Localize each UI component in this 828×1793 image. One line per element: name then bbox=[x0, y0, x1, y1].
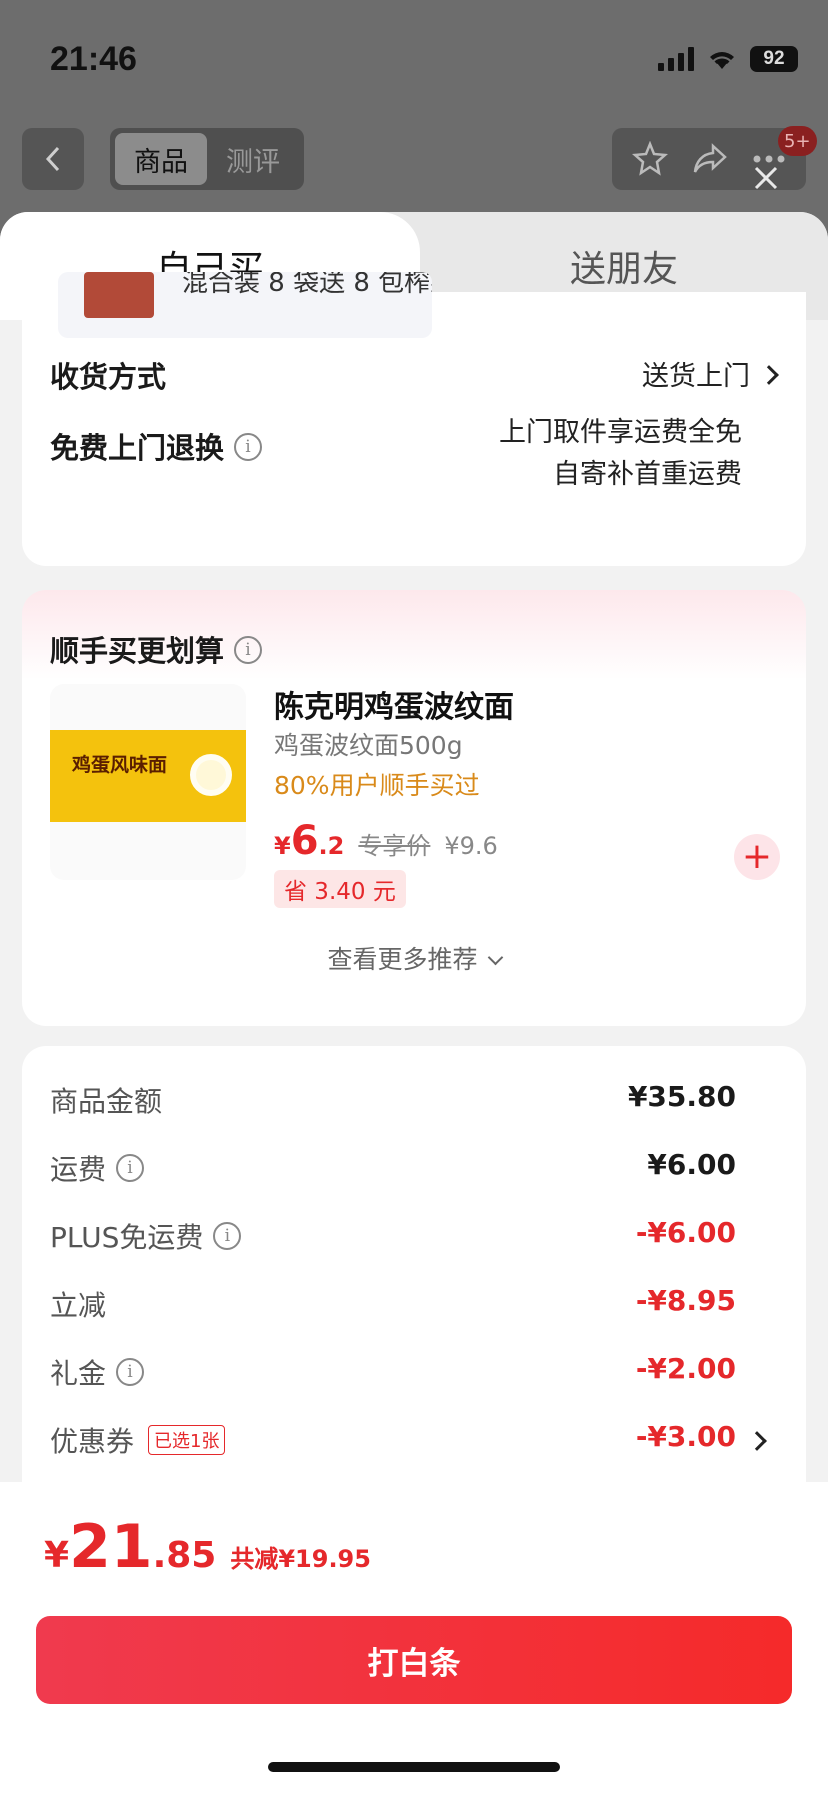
savings-chip: 省 3.40 元 bbox=[274, 870, 406, 908]
cart-item-thumbnail bbox=[84, 272, 154, 318]
more-recommendations-button[interactable]: 查看更多推荐 bbox=[22, 940, 806, 976]
segment-review[interactable]: 测评 bbox=[207, 133, 299, 185]
fee-label-text: PLUS免运费 bbox=[50, 1221, 204, 1254]
price-symbol: ¥ bbox=[274, 832, 291, 860]
cart-item-partial: 混合装 8 袋送 8 包榨菜 bbox=[58, 272, 432, 338]
fee-value-gift-money: -¥2.00 bbox=[635, 1352, 736, 1385]
order-info-card: 混合装 8 袋送 8 包榨菜 收货方式 送货上门 免费上门退换 i 上门取件享运费… bbox=[22, 272, 806, 566]
product-image[interactable]: 鸡蛋风味面 bbox=[50, 684, 246, 880]
recommendation-title: 顺手买更划算 i bbox=[50, 628, 263, 670]
share-icon[interactable] bbox=[691, 142, 729, 176]
delivery-method-value[interactable]: 送货上门 bbox=[642, 354, 779, 393]
segment-product[interactable]: 商品 bbox=[115, 133, 207, 185]
fee-label-shipping: 运费 i bbox=[50, 1148, 145, 1188]
total-saved: 共减¥19.95 bbox=[230, 1545, 371, 1573]
price-decimal: .2 bbox=[318, 832, 345, 860]
free-return-value-1: 上门取件享运费全免 bbox=[499, 417, 742, 448]
product-price-line: ¥ 6 .2 专享价 ¥9.6 bbox=[274, 818, 498, 864]
notification-badge: 5+ bbox=[778, 126, 817, 156]
close-icon[interactable] bbox=[748, 160, 784, 196]
info-icon[interactable]: i bbox=[116, 1154, 145, 1182]
original-price: ¥9.6 bbox=[444, 832, 498, 860]
signal-icon bbox=[658, 47, 694, 71]
back-button[interactable] bbox=[22, 128, 84, 190]
fee-breakdown-card: 商品金额 ¥35.80 运费 i ¥6.00 PLUS免运费 i -¥6.00 立减… bbox=[22, 1046, 806, 1506]
chevron-down-icon bbox=[487, 949, 503, 966]
free-return-text: 免费上门退换 bbox=[50, 431, 225, 465]
fee-label-text: 立减 bbox=[50, 1289, 107, 1322]
fee-value-shipping: ¥6.00 bbox=[647, 1148, 736, 1181]
free-return-label: 免费上门退换 i bbox=[50, 425, 263, 467]
info-icon[interactable]: i bbox=[213, 1222, 242, 1250]
fee-label-text: 商品金额 bbox=[50, 1085, 163, 1118]
fee-label-coupon[interactable]: 优惠券 已选1张 bbox=[50, 1420, 226, 1460]
fee-label-text: 优惠券 bbox=[50, 1425, 135, 1458]
fee-label-gift-money: 礼金 i bbox=[50, 1352, 145, 1392]
egg-graphic bbox=[190, 754, 232, 796]
star-icon[interactable] bbox=[631, 141, 668, 177]
fee-value-goods: ¥35.80 bbox=[627, 1080, 736, 1113]
exclusive-price-tag: 专享价 bbox=[358, 832, 431, 860]
cart-item-desc: 混合装 8 袋送 8 包榨菜 bbox=[182, 272, 432, 298]
delivery-method-text: 送货上门 bbox=[642, 361, 750, 392]
status-time: 21:46 bbox=[50, 40, 137, 78]
delivery-method-label: 收货方式 bbox=[50, 360, 167, 394]
fee-label-text: 运费 bbox=[50, 1153, 107, 1186]
product-package-label: 鸡蛋风味面 bbox=[72, 754, 168, 776]
fee-label-text: 礼金 bbox=[50, 1357, 107, 1390]
page-segment-control: 商品 测评 bbox=[110, 128, 304, 190]
fee-label-plus-free-shipping: PLUS免运费 i bbox=[50, 1216, 242, 1256]
chevron-right-icon bbox=[759, 364, 779, 385]
recommendation-title-text: 顺手买更划算 bbox=[50, 634, 225, 668]
more-recommendations-label: 查看更多推荐 bbox=[327, 945, 478, 974]
battery-icon: 92 bbox=[750, 46, 798, 72]
fee-value-plus-free-shipping: -¥6.00 bbox=[635, 1216, 736, 1249]
chevron-right-icon[interactable] bbox=[747, 1431, 767, 1451]
fee-value-coupon[interactable]: -¥3.00 bbox=[636, 1420, 736, 1453]
product-name[interactable]: 陈克明鸡蛋波纹面 bbox=[274, 682, 514, 726]
total-symbol: ¥ bbox=[44, 1535, 70, 1576]
fee-value-instant-discount: -¥8.95 bbox=[635, 1284, 736, 1317]
home-indicator bbox=[268, 1762, 560, 1772]
status-bar: 21:46 92 bbox=[0, 0, 828, 110]
total-price: ¥ 21 .85 共减¥19.95 bbox=[44, 1512, 371, 1582]
info-icon[interactable]: i bbox=[116, 1358, 145, 1386]
total-integer: 21 bbox=[69, 1512, 153, 1582]
coupon-selected-chip: 已选1张 bbox=[148, 1425, 226, 1455]
chevron-left-icon bbox=[45, 146, 60, 172]
total-decimal: .85 bbox=[152, 1535, 217, 1576]
add-to-order-button[interactable]: + bbox=[734, 834, 780, 880]
info-icon[interactable]: i bbox=[234, 636, 263, 664]
info-icon[interactable]: i bbox=[234, 433, 263, 461]
fee-label-goods: 商品金额 bbox=[50, 1080, 162, 1120]
product-spec: 鸡蛋波纹面500g bbox=[274, 731, 463, 760]
product-bought-rate: 80%用户顺手买过 bbox=[274, 771, 480, 800]
recommendation-card: 顺手买更划算 i 鸡蛋风味面 陈克明鸡蛋波纹面 鸡蛋波纹面500g 80%用户顺手… bbox=[22, 590, 806, 1026]
status-icons: 92 bbox=[658, 46, 798, 72]
wifi-icon bbox=[706, 47, 738, 71]
price-integer: 6 bbox=[290, 818, 319, 864]
payment-bar: ¥ 21 .85 共减¥19.95 打白条 bbox=[0, 1482, 828, 1793]
pay-with-baitiao-button[interactable]: 打白条 bbox=[36, 1616, 792, 1704]
free-return-value-2: 自寄补首重运费 bbox=[553, 459, 742, 490]
fee-label-instant-discount: 立减 bbox=[50, 1284, 106, 1324]
